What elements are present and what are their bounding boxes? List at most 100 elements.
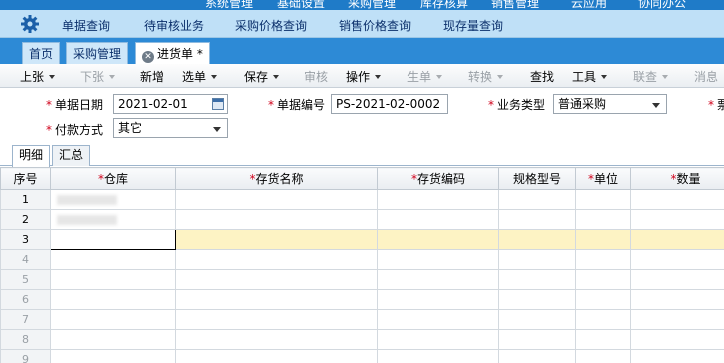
cell-spec[interactable] [498,249,576,270]
cell-item-name[interactable] [175,329,378,350]
quick-pending-review[interactable]: 待审核业务 [144,17,204,34]
cell-unit[interactable] [575,229,631,250]
cell-item-code[interactable] [377,209,499,230]
cell-item-name[interactable] [175,249,378,270]
cell-quantity[interactable] [630,209,724,230]
convert-button[interactable]: 转换 [468,68,504,85]
save-button[interactable]: 保存 [244,68,280,85]
table-row[interactable]: 6 [0,289,724,310]
generate-button[interactable]: 生单 [407,68,443,85]
cell-warehouse[interactable] [50,249,176,270]
tools-button[interactable]: 工具 [572,68,608,85]
biztype-select[interactable]: 普通采购 [553,94,667,114]
menu-cloud[interactable]: 云应用 [571,0,607,10]
menu-sales[interactable]: 销售管理 [491,0,539,10]
cell-quantity[interactable] [630,249,724,270]
code-field[interactable]: PS-2021-02-0002 [331,94,448,114]
tab-purchase-mgmt[interactable]: 采购管理 [66,42,129,64]
cell-warehouse[interactable] [50,329,176,350]
cell-unit[interactable] [575,189,631,210]
table-row[interactable]: 4 [0,249,724,270]
audit-button[interactable]: 审核 [304,68,328,85]
cell-unit[interactable] [575,289,631,310]
cell-unit[interactable] [575,249,631,270]
message-button[interactable]: 消息 [694,68,718,85]
cell-warehouse[interactable] [50,309,176,330]
cell-unit[interactable] [575,269,631,290]
cell-quantity[interactable] [630,329,724,350]
cell-warehouse-active[interactable] [50,229,176,250]
col-unit[interactable]: *单位 [575,167,631,190]
cell-item-code[interactable] [377,329,499,350]
tab-summary[interactable]: 汇总 [52,145,91,166]
cell-quantity[interactable] [630,189,724,210]
cell-item-code[interactable] [377,269,499,290]
quick-stock-query[interactable]: 现存量查询 [443,17,503,34]
cell-warehouse[interactable] [50,189,176,210]
cell-item-code[interactable] [377,309,499,330]
cell-spec[interactable] [498,309,576,330]
new-button[interactable]: 新增 [140,68,164,85]
cell-quantity[interactable] [630,269,724,290]
prev-button[interactable]: 上张 [20,68,56,85]
cell-item-name[interactable] [175,309,378,330]
cell-item-code[interactable] [377,249,499,270]
close-icon[interactable]: ✕ [142,51,154,63]
operation-button[interactable]: 操作 [346,68,382,85]
cell-item-code[interactable] [377,229,499,250]
gear-icon[interactable] [20,14,40,34]
cell-warehouse[interactable] [50,289,176,310]
cell-quantity[interactable] [630,289,724,310]
table-row[interactable]: 9 [0,349,724,363]
table-row[interactable]: 7 [0,309,724,330]
cell-item-name[interactable] [175,189,378,210]
cell-quantity[interactable] [630,349,724,363]
menu-system[interactable]: 系统管理 [205,0,253,10]
cell-spec[interactable] [498,289,576,310]
cell-item-name[interactable] [175,289,378,310]
cell-unit[interactable] [575,329,631,350]
table-row[interactable]: 2 [0,209,724,230]
table-row[interactable]: 8 [0,329,724,350]
find-button[interactable]: 查找 [530,68,554,85]
date-field[interactable]: 2021-02-01 [113,94,228,114]
cell-item-code[interactable] [377,189,499,210]
calendar-icon[interactable] [212,98,224,110]
cell-unit[interactable] [575,309,631,330]
payment-select[interactable]: 其它 [113,118,228,138]
tab-home[interactable]: 首页 [22,42,61,64]
cell-quantity[interactable] [630,309,724,330]
cell-spec[interactable] [498,269,576,290]
cell-unit[interactable] [575,349,631,363]
table-row[interactable]: 1 [0,189,724,210]
cell-spec[interactable] [498,329,576,350]
cell-spec[interactable] [498,189,576,210]
link-query-button[interactable]: 联查 [633,68,669,85]
table-row[interactable]: 5 [0,269,724,290]
col-spec[interactable]: 规格型号 [498,167,576,190]
cell-item-name[interactable] [175,349,378,363]
table-row-current[interactable]: 3 [0,229,724,250]
menu-purchase[interactable]: 采购管理 [348,0,396,10]
col-quantity[interactable]: *数量 [630,167,724,190]
col-item-code[interactable]: *存货编码 [377,167,499,190]
menu-inventory[interactable]: 库存核算 [420,0,468,10]
cell-warehouse[interactable] [50,349,176,363]
quick-purchase-price[interactable]: 采购价格查询 [235,17,307,34]
cell-item-code[interactable] [377,289,499,310]
next-button[interactable]: 下张 [80,68,116,85]
cell-item-name[interactable] [175,229,378,250]
select-doc-button[interactable]: 选单 [182,68,218,85]
cell-item-name[interactable] [175,209,378,230]
col-item-name[interactable]: *存货名称 [175,167,378,190]
cell-warehouse[interactable] [50,209,176,230]
tab-detail[interactable]: 明细 [12,145,51,167]
menu-basic-settings[interactable]: 基础设置 [277,0,325,10]
quick-doc-query[interactable]: 单据查询 [62,17,110,34]
cell-spec[interactable] [498,349,576,363]
cell-item-code[interactable] [377,349,499,363]
col-seq[interactable]: 序号 [0,167,51,190]
menu-collab[interactable]: 协同办公 [638,0,686,10]
col-warehouse[interactable]: *仓库 [50,167,176,190]
cell-spec[interactable] [498,229,576,250]
